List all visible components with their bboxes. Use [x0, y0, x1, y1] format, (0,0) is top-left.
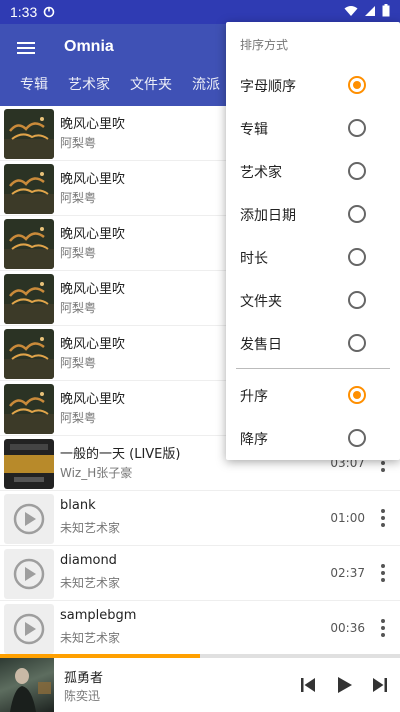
wifi-icon — [344, 5, 358, 16]
sort-order-label: 升序 — [240, 389, 268, 405]
play-circle-icon — [4, 494, 54, 544]
radio-checked-icon[interactable] — [348, 386, 366, 404]
radio-unchecked-icon[interactable] — [348, 334, 366, 352]
song-artist: 未知艺术家 — [60, 521, 121, 535]
song-title: blank — [60, 498, 96, 513]
tab-bar: 专辑 艺术家 文件夹 流派 — [0, 74, 230, 106]
song-artist: 阿梨粤 — [60, 136, 97, 150]
song-album-art — [4, 219, 54, 269]
sort-order-label: 降序 — [240, 432, 268, 448]
sort-option-label: 艺术家 — [240, 165, 282, 181]
more-options-icon[interactable] — [380, 507, 386, 529]
sort-order-item[interactable]: 降序 — [226, 417, 400, 460]
song-duration: 02:37 — [330, 566, 365, 580]
tab-folder[interactable]: 文件夹 — [120, 74, 182, 106]
song-row[interactable]: samplebgm 未知艺术家 00:36 — [0, 601, 400, 656]
play-icon[interactable] — [332, 673, 356, 697]
sort-option-item[interactable]: 添加日期 — [226, 193, 400, 236]
signal-icon — [365, 5, 375, 16]
radio-unchecked-icon[interactable] — [348, 248, 366, 266]
song-row[interactable]: diamond 未知艺术家 02:37 — [0, 546, 400, 601]
song-title: 晚风心里吹 — [60, 282, 126, 297]
battery-icon — [382, 4, 390, 17]
song-album-art — [4, 164, 54, 214]
now-playing-artist: 陈奕迅 — [64, 689, 101, 703]
sort-option-item[interactable]: 文件夹 — [226, 279, 400, 322]
song-artist: 未知艺术家 — [60, 631, 121, 645]
song-artist: Wiz_H张子豪 — [60, 466, 133, 480]
song-title: 一般的一天 (LIVE版) — [60, 447, 181, 462]
song-album-art — [4, 274, 54, 324]
sort-order-item[interactable]: 升序 — [226, 374, 400, 417]
tab-album[interactable]: 专辑 — [0, 74, 58, 106]
song-album-art — [4, 109, 54, 159]
song-artist: 未知艺术家 — [60, 576, 121, 590]
radio-checked-icon[interactable] — [348, 76, 366, 94]
sort-option-label: 发售日 — [240, 337, 282, 353]
song-title: 晚风心里吹 — [60, 117, 126, 132]
sort-menu-header: 排序方式 — [240, 38, 289, 52]
more-options-icon[interactable] — [380, 562, 386, 584]
now-playing-title: 孤勇者 — [64, 671, 104, 686]
radio-unchecked-icon[interactable] — [348, 291, 366, 309]
sync-icon — [43, 6, 55, 18]
song-title: 晚风心里吹 — [60, 337, 126, 352]
song-duration: 01:00 — [330, 511, 365, 525]
radio-unchecked-icon[interactable] — [348, 429, 366, 447]
song-artist: 阿梨粤 — [60, 246, 97, 260]
sort-option-label: 专辑 — [240, 122, 268, 138]
radio-unchecked-icon[interactable] — [348, 119, 366, 137]
sort-option-label: 时长 — [240, 251, 268, 267]
song-title: samplebgm — [60, 608, 137, 623]
song-title: 晚风心里吹 — [60, 227, 126, 242]
skip-next-icon[interactable] — [368, 673, 392, 697]
song-title: diamond — [60, 553, 117, 568]
more-options-icon[interactable] — [380, 617, 386, 639]
sort-menu-divider — [236, 368, 390, 369]
tab-genre[interactable]: 流派 — [182, 74, 230, 106]
tab-artist[interactable]: 艺术家 — [58, 74, 120, 106]
sort-menu-popup: 排序方式 字母顺序专辑艺术家添加日期时长文件夹发售日 升序降序 — [226, 22, 400, 460]
now-playing-album-art — [0, 658, 54, 712]
sort-option-label: 字母顺序 — [240, 79, 296, 95]
sort-option-item[interactable]: 专辑 — [226, 107, 400, 150]
app-title: Omnia — [64, 38, 114, 55]
sort-option-item[interactable]: 艺术家 — [226, 150, 400, 193]
sort-option-item[interactable]: 发售日 — [226, 322, 400, 365]
song-artist: 阿梨粤 — [60, 301, 97, 315]
song-row[interactable]: blank 未知艺术家 01:00 — [0, 491, 400, 546]
song-title: 晚风心里吹 — [60, 172, 126, 187]
sort-option-label: 文件夹 — [240, 294, 282, 310]
song-artist: 阿梨粤 — [60, 411, 97, 425]
radio-unchecked-icon[interactable] — [348, 162, 366, 180]
radio-unchecked-icon[interactable] — [348, 205, 366, 223]
song-title: 晚风心里吹 — [60, 392, 126, 407]
skip-previous-icon[interactable] — [296, 673, 320, 697]
sort-option-item[interactable]: 时长 — [226, 236, 400, 279]
hamburger-menu-icon[interactable] — [14, 36, 38, 60]
play-circle-icon — [4, 604, 54, 654]
song-artist: 阿梨粤 — [60, 356, 97, 370]
status-bar: 1:33 — [0, 0, 400, 24]
song-artist: 阿梨粤 — [60, 191, 97, 205]
song-album-art — [4, 439, 54, 489]
sort-option-label: 添加日期 — [240, 208, 296, 224]
song-album-art — [4, 384, 54, 434]
sort-option-item[interactable]: 字母顺序 — [226, 64, 400, 107]
play-circle-icon — [4, 549, 54, 599]
status-time: 1:33 — [10, 4, 38, 20]
mini-player[interactable]: 孤勇者 陈奕迅 — [0, 658, 400, 712]
screen: 1:33 Omnia 专辑 艺术家 文件夹 流派 晚风心里吹 阿梨粤 晚风心里吹 阿梨… — [0, 0, 400, 712]
song-duration: 00:36 — [330, 621, 365, 635]
song-album-art — [4, 329, 54, 379]
